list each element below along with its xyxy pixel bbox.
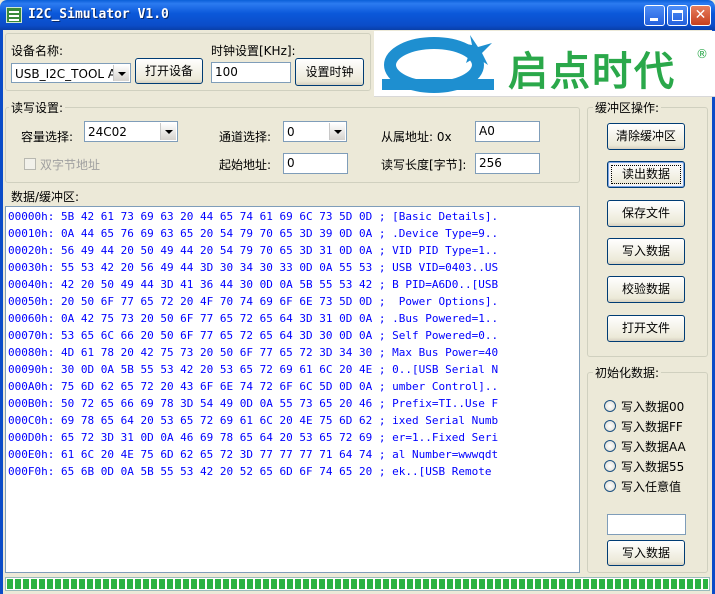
channel-select[interactable]: 0 [283,121,347,142]
buffer-title: 数据/缓冲区: [9,188,82,205]
buffer-line: 000B0h: 50 72 65 66 69 78 3D 54 49 0D 0A… [8,397,499,410]
verify-data-button[interactable]: 校验数据 [607,276,685,303]
clock-label: 时钟设置[KHz]: [211,44,296,58]
brand-logo: 启点时代 ® [374,31,715,97]
write-data-button[interactable]: 写入数据 [607,238,685,265]
buffer-line: 00080h: 4D 61 78 20 42 75 73 20 50 6F 77… [8,346,499,359]
buffer-line: 000F0h: 65 6B 0D 0A 5B 55 53 42 20 52 65… [8,465,499,478]
buffer-line: 000E0h: 61 6C 20 4E 75 6D 62 65 72 3D 77… [8,448,499,461]
rw-settings-title: 读写设置: [9,99,66,116]
init-option-label: 写入数据55 [621,460,685,474]
read-data-button[interactable]: 读出数据 [607,161,685,188]
init-option-label: 写入任意值 [621,480,682,494]
chevron-down-icon[interactable] [329,123,345,140]
buffer-textarea[interactable]: 00000h: 5B 42 61 73 69 63 20 44 65 74 61… [5,206,580,573]
init-option-label: 写入数据FF [621,420,683,434]
slave-address-label: 从属地址: 0x [381,130,452,144]
buffer-line: 00040h: 42 20 50 49 44 3D 41 36 44 30 0D… [8,278,499,291]
buffer-line: 000C0h: 69 78 65 64 20 53 65 72 69 61 6C… [8,414,499,427]
length-label: 读写长度[字节]: [381,158,467,172]
slave-address-input[interactable]: A0 [475,121,540,142]
buffer-line: 00070h: 53 65 6C 66 20 50 6F 77 65 72 65… [8,329,499,342]
set-clock-button[interactable]: 设置时钟 [295,58,364,86]
minimize-button[interactable] [644,5,665,26]
start-address-label: 起始地址: [219,158,272,172]
init-option-label: 写入数据AA [621,440,686,454]
capacity-label: 容量选择: [21,130,74,144]
init-value-input[interactable] [607,514,686,535]
buffer-line: 00030h: 55 53 42 20 56 49 44 3D 30 34 30… [8,261,499,274]
buffer-ops-title: 缓冲区操作: [593,99,662,116]
start-address-input[interactable]: 0 [283,153,348,174]
maximize-button[interactable] [667,5,688,26]
channel-label: 通道选择: [219,130,272,144]
save-file-button[interactable]: 保存文件 [607,200,685,227]
capacity-value: 24C02 [88,125,127,139]
title-bar[interactable]: I2C_Simulator V1.0 ✕ [0,0,715,30]
open-file-button[interactable]: 打开文件 [607,315,685,342]
clock-input[interactable]: 100 [211,62,291,83]
progress-fill [7,579,708,589]
channel-value: 0 [287,125,295,139]
buffer-line: 00090h: 30 0D 0A 5B 55 53 42 20 53 65 72… [8,363,499,376]
dual-byte-address-label: 双字节地址 [40,158,101,172]
window-frame-left [0,30,3,594]
buffer-line: 00020h: 56 49 44 20 50 49 44 20 54 79 70… [8,244,499,257]
radio-button-icon[interactable] [604,460,616,472]
maximize-icon [672,10,683,21]
device-name-label: 设备名称: [11,44,64,58]
init-data-title: 初始化数据: [593,364,662,381]
window-title: I2C_Simulator V1.0 [28,7,169,22]
close-button[interactable]: ✕ [690,5,711,26]
init-write-button[interactable]: 写入数据 [607,540,685,566]
radio-button-icon[interactable] [604,440,616,452]
clear-buffer-button[interactable]: 清除缓冲区 [607,123,685,150]
chevron-down-icon[interactable] [160,123,176,140]
radio-button-icon[interactable] [604,400,616,412]
length-input[interactable]: 256 [475,153,540,174]
init-option-label: 写入数据00 [621,400,685,414]
dual-byte-address-checkbox[interactable] [24,158,36,170]
app-window: I2C_Simulator V1.0 ✕ 设备名称: USB_I2C_TOOL … [0,0,715,594]
open-device-button[interactable]: 打开设备 [135,58,203,84]
buffer-line: 000D0h: 65 72 3D 31 0D 0A 46 69 78 65 64… [8,431,499,444]
logo-mark-icon [382,35,494,93]
capacity-select[interactable]: 24C02 [84,121,178,142]
buffer-line: 000A0h: 75 6D 62 65 72 20 43 6F 6E 74 72… [8,380,499,393]
close-icon: ✕ [694,7,707,23]
logo-registered-mark: ® [696,47,708,61]
buffer-line: 00010h: 0A 44 65 76 69 63 65 20 54 79 70… [8,227,499,240]
minimize-icon [650,18,658,21]
buffer-line: 00000h: 5B 42 61 73 69 63 20 44 65 74 61… [8,210,499,223]
device-name-value: USB_I2C_TOOL A [15,67,117,81]
radio-button-icon[interactable] [604,420,616,432]
buffer-line: 00060h: 0A 42 75 73 20 50 6F 77 65 72 65… [8,312,499,325]
app-icon [6,7,22,23]
chevron-down-icon[interactable] [113,65,129,81]
progress-bar [5,577,710,591]
logo-text: 启点时代 [508,49,676,95]
device-name-select[interactable]: USB_I2C_TOOL A [11,63,131,83]
buffer-line: 00050h: 20 50 6F 77 65 72 20 4F 70 74 69… [8,295,499,308]
radio-button-icon[interactable] [604,480,616,492]
